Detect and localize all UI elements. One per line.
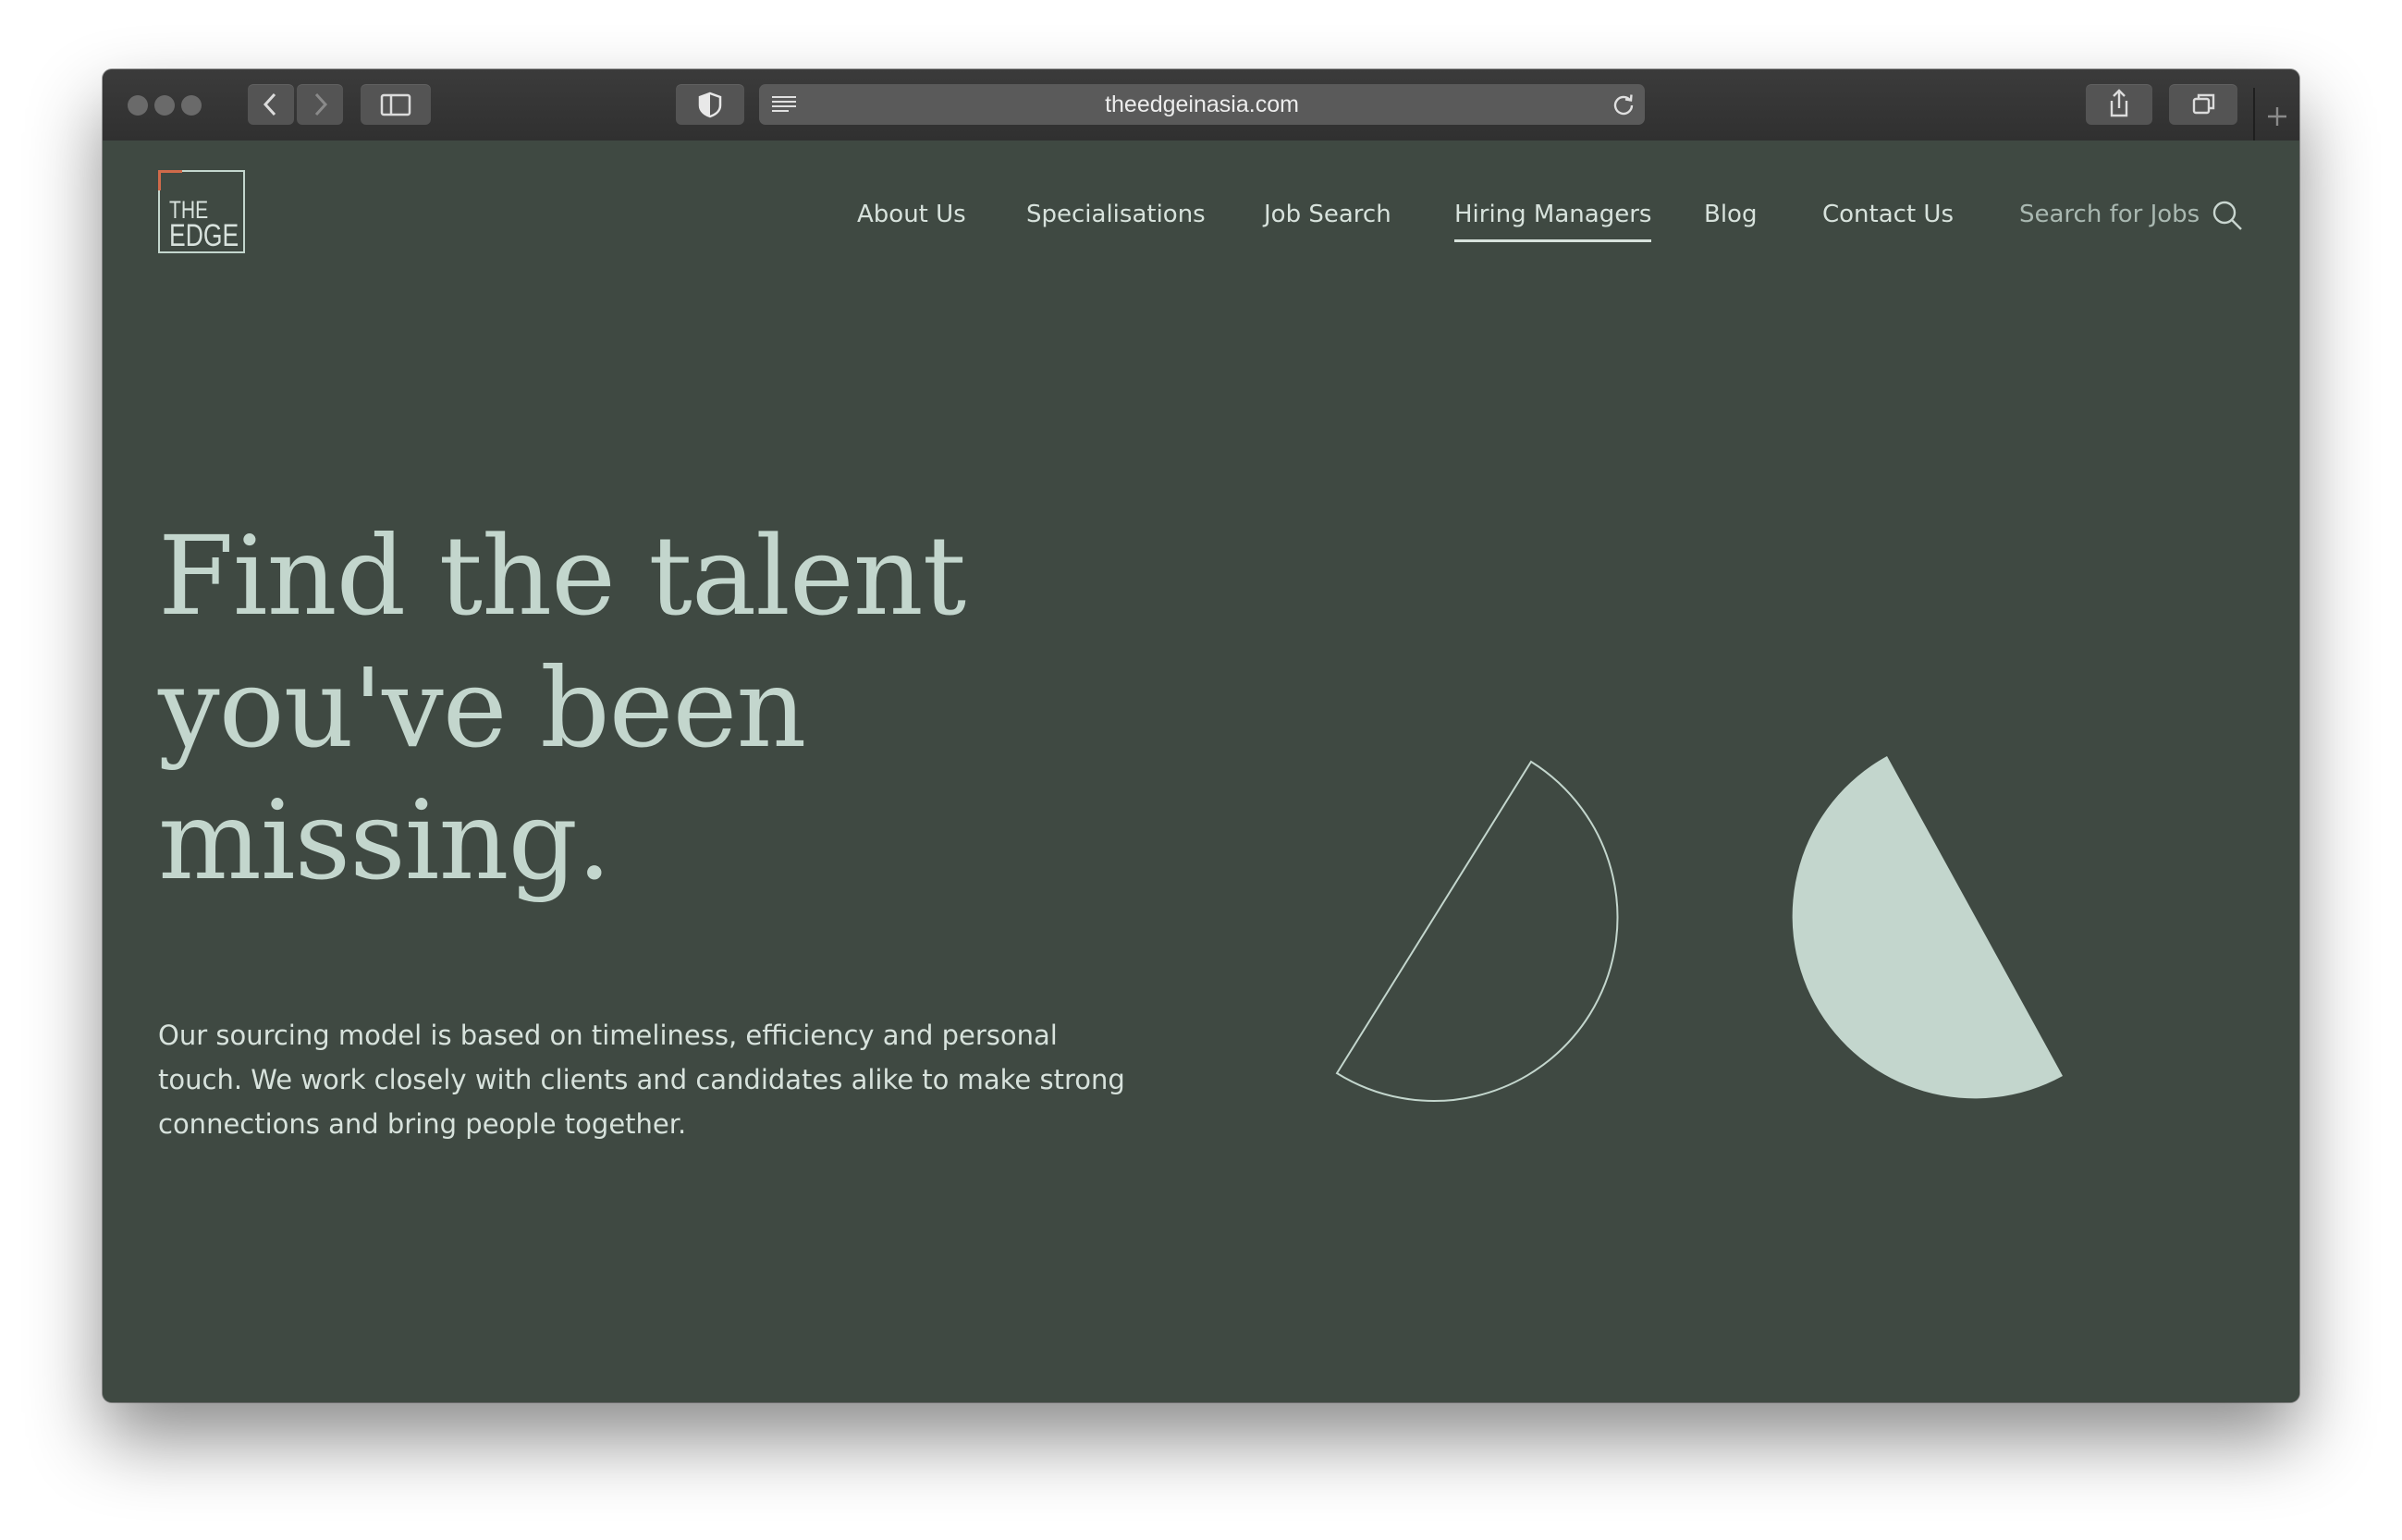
new-tab-button[interactable] [2253, 88, 2299, 141]
back-button[interactable] [248, 84, 294, 125]
minimize-window-button[interactable] [154, 95, 175, 116]
url-text: theedgeinasia.com [1105, 92, 1299, 117]
web-page: THE EDGE About Us Specialisations Job Se… [103, 141, 2299, 1402]
tabs-overview-button[interactable] [2169, 84, 2237, 125]
forward-button[interactable] [297, 84, 343, 125]
browser-window: theedgeinasia.com THE EDGE About Us Spec… [103, 69, 2299, 1402]
privacy-button[interactable] [676, 84, 744, 125]
reload-icon[interactable] [1612, 92, 1636, 116]
shield-icon [698, 92, 722, 118]
chevron-right-icon [314, 92, 328, 116]
plus-icon [2268, 107, 2286, 126]
tabs-icon [2192, 93, 2215, 115]
sidebar-button[interactable] [361, 84, 431, 125]
browser-toolbar: theedgeinasia.com [103, 69, 2299, 142]
filled-half-circle-shape [1792, 756, 2063, 1099]
close-window-button[interactable] [128, 95, 148, 116]
share-icon [2110, 89, 2128, 117]
zoom-window-button[interactable] [181, 95, 202, 116]
address-bar[interactable]: theedgeinasia.com [759, 84, 1645, 125]
chevron-left-icon [263, 92, 276, 116]
decorative-shapes [1335, 756, 2063, 1102]
share-button[interactable] [2086, 84, 2152, 125]
sidebar-icon [380, 93, 411, 116]
outlined-half-circle-shape [1335, 760, 1619, 1102]
